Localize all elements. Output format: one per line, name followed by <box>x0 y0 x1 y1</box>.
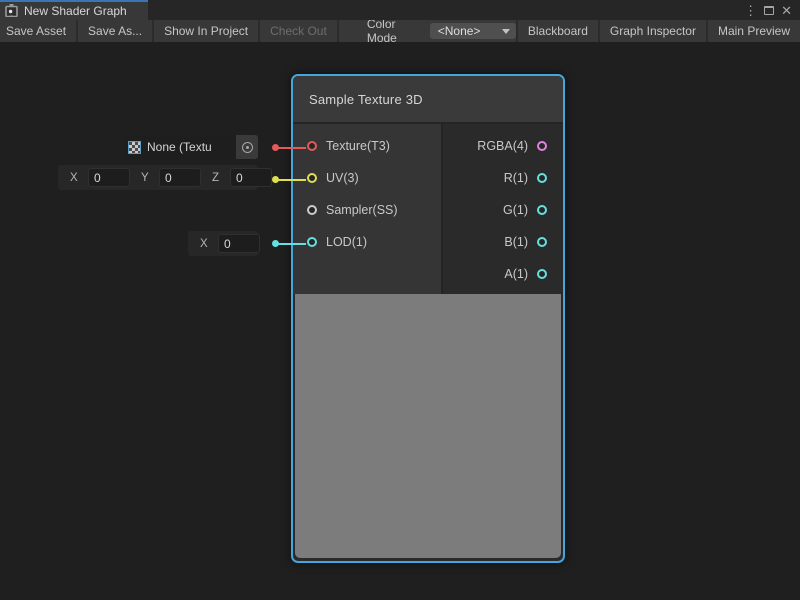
uv-z-input[interactable] <box>230 168 272 187</box>
lod-float-field: X <box>188 231 258 256</box>
blackboard-toggle-button[interactable]: Blackboard <box>516 20 598 42</box>
port-label-a: A(1) <box>504 267 528 281</box>
object-picker-button[interactable] <box>236 135 258 159</box>
input-port-lod: LOD(1) <box>293 226 441 258</box>
texture-connector-wire <box>278 147 306 149</box>
uv-x-label: X <box>67 172 88 184</box>
color-mode-dropdown[interactable]: <None> <box>430 23 516 39</box>
output-port-rgba: RGBA(4) <box>443 130 563 162</box>
node-body: Texture(T3) UV(3) Sampler(SS) LOD(1) RGB… <box>293 124 563 294</box>
uv-y-label: Y <box>138 172 159 184</box>
close-icon[interactable]: ✕ <box>781 4 792 17</box>
save-asset-button[interactable]: Save Asset <box>0 20 78 42</box>
graph-inspector-toggle-button[interactable]: Graph Inspector <box>598 20 706 42</box>
input-ports-column: Texture(T3) UV(3) Sampler(SS) LOD(1) <box>293 124 443 294</box>
output-port-b: B(1) <box>443 226 563 258</box>
port-ring-a[interactable] <box>537 269 547 279</box>
port-ring-lod[interactable] <box>307 237 317 247</box>
node-title: Sample Texture 3D <box>309 92 423 107</box>
output-port-g: G(1) <box>443 194 563 226</box>
port-ring-b[interactable] <box>537 237 547 247</box>
shader-graph-toolbar: Save Asset Save As... Show In Project Ch… <box>0 20 800 42</box>
graph-canvas[interactable]: Sample Texture 3D Texture(T3) UV(3) Samp… <box>0 42 800 600</box>
chevron-down-icon <box>502 29 510 34</box>
texture-field-value: None (Textu <box>147 140 230 154</box>
node-sample-texture-3d[interactable]: Sample Texture 3D Texture(T3) UV(3) Samp… <box>291 74 565 563</box>
port-ring-g[interactable] <box>537 205 547 215</box>
object-picker-icon <box>242 142 253 153</box>
color-mode-group: Color Mode <None> <box>367 20 516 42</box>
port-label-r: R(1) <box>504 171 528 185</box>
port-ring-texture[interactable] <box>307 141 317 151</box>
window-controls: ⋮ ✕ <box>744 0 800 20</box>
check-out-button: Check Out <box>260 20 339 42</box>
lod-x-input[interactable] <box>218 234 260 253</box>
port-label-lod: LOD(1) <box>326 235 367 249</box>
main-preview-toggle-button[interactable]: Main Preview <box>706 20 800 42</box>
uv-y-input[interactable] <box>159 168 201 187</box>
lod-x-label: X <box>197 238 218 250</box>
output-port-r: R(1) <box>443 162 563 194</box>
show-in-project-button[interactable]: Show In Project <box>154 20 260 42</box>
port-label-b: B(1) <box>504 235 528 249</box>
port-label-rgba: RGBA(4) <box>477 139 528 153</box>
output-ports-column: RGBA(4) R(1) G(1) B(1) A(1) <box>443 124 563 294</box>
output-port-a: A(1) <box>443 258 563 290</box>
input-port-sampler: Sampler(SS) <box>293 194 441 226</box>
port-ring-rgba[interactable] <box>537 141 547 151</box>
node-preview <box>295 294 561 558</box>
tab-bar: New Shader Graph ⋮ ✕ <box>0 0 800 20</box>
port-label-g: G(1) <box>503 203 528 217</box>
shader-graph-icon <box>5 4 18 17</box>
input-port-uv: UV(3) <box>293 162 441 194</box>
input-port-texture: Texture(T3) <box>293 130 441 162</box>
port-label-sampler: Sampler(SS) <box>326 203 398 217</box>
port-ring-uv[interactable] <box>307 173 317 183</box>
uv-connector-wire <box>278 179 306 181</box>
toolbar-right-group: Blackboard Graph Inspector Main Preview <box>516 20 800 42</box>
uv-x-input[interactable] <box>88 168 130 187</box>
port-label-uv: UV(3) <box>326 171 359 185</box>
tab-active-accent <box>0 0 148 2</box>
save-as-button[interactable]: Save As... <box>78 20 154 42</box>
color-mode-label: Color Mode <box>367 17 421 45</box>
tab-new-shader-graph[interactable]: New Shader Graph <box>0 0 148 20</box>
port-ring-r[interactable] <box>537 173 547 183</box>
port-ring-sampler[interactable] <box>307 205 317 215</box>
color-mode-selected-value: <None> <box>438 24 481 38</box>
uv-vector3-field: X Y Z <box>58 165 258 190</box>
maximize-icon[interactable] <box>764 6 774 15</box>
texture-object-field[interactable]: None (Textu <box>123 135 258 159</box>
texture-checker-icon <box>128 141 141 154</box>
port-label-texture: Texture(T3) <box>326 139 390 153</box>
uv-z-label: Z <box>209 172 230 184</box>
more-menu-icon[interactable]: ⋮ <box>744 4 757 17</box>
tab-title: New Shader Graph <box>24 3 127 18</box>
node-header[interactable]: Sample Texture 3D <box>293 76 563 124</box>
lod-connector-wire <box>278 243 306 245</box>
